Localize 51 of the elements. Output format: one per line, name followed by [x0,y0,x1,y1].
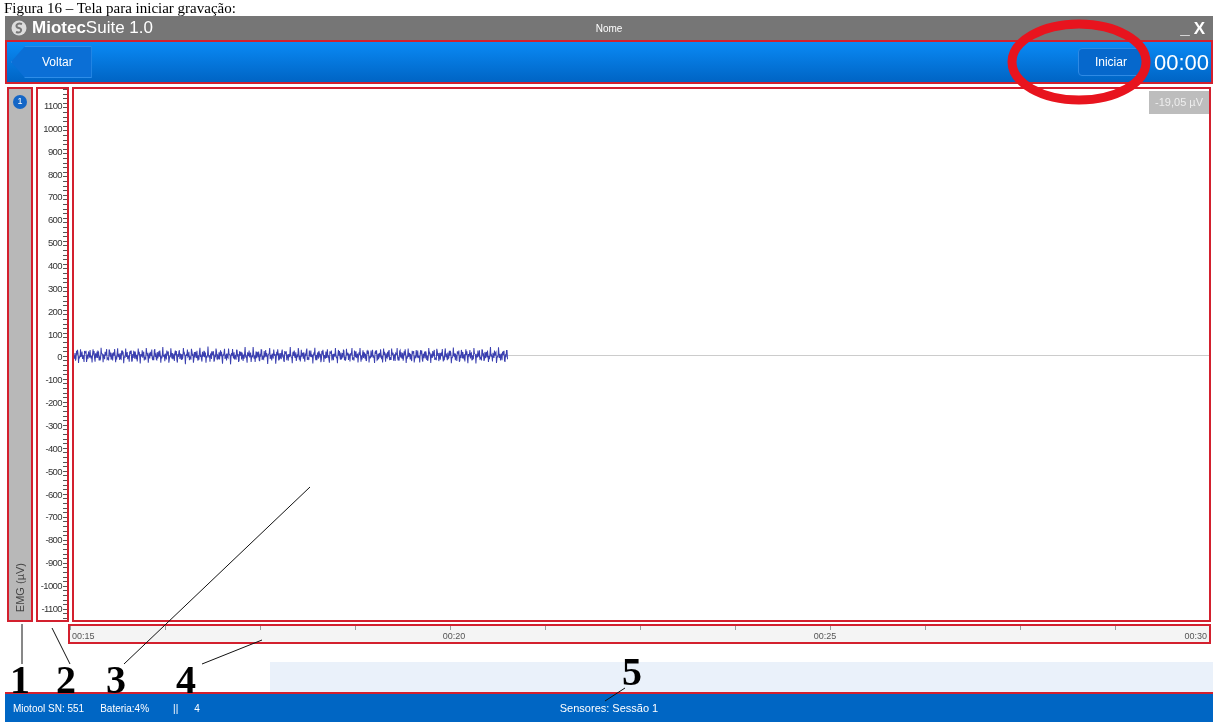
start-button[interactable]: Iniciar [1077,48,1144,76]
axis-label: 400 [46,261,63,271]
axis-label: -300 [44,421,63,432]
timer: 00:00 [1153,48,1209,77]
close-button[interactable]: X [1191,19,1207,37]
callout-number: 3 [106,663,126,697]
back-button[interactable]: Voltar [11,46,92,78]
axis-label: -700 [44,512,63,523]
axis-label: -600 [44,489,63,500]
axis-label: 200 [46,306,63,317]
channel-label: EMG (µV) [12,562,27,612]
axis-label: 1000 [42,123,63,134]
callout-number: 5 [622,655,642,689]
axis-label: 800 [46,169,63,180]
minimize-button[interactable]: _ [1178,19,1192,37]
axis-label: -1100 [40,603,63,614]
axis-label: 100 [46,329,63,340]
callout-number: 1 [10,663,30,697]
leader-line [51,627,71,665]
device-serial: Miotool SN: 551 [13,701,85,716]
sensors-session: Sensores: Sessão 1 [559,700,659,716]
axis-label: -1000 [39,581,63,592]
leader-line [604,687,626,702]
axis-label: -100 [44,375,63,386]
axis-label: 00:15 [72,631,95,642]
axis-label: -200 [44,398,63,409]
axis-label: 700 [46,192,63,203]
callout-number: 4 [176,663,196,697]
channel-number: 1 [13,95,27,109]
sample-count: 4 [194,701,200,716]
axis-label: 1100 [42,101,63,111]
axis-label: 0 [56,352,63,363]
axis-label: 500 [46,238,63,249]
axis-label: -500 [44,466,63,477]
axis-label: 00:30 [1184,631,1207,642]
logo-icon [11,20,27,36]
axis-label: -900 [44,558,63,569]
pause-indicator: || [173,701,179,716]
axis-label: 00:20 [442,631,466,642]
axis-label: 900 [46,146,63,157]
app-title: MiotecSuite 1.0 [32,17,153,40]
document-name: Nome [595,21,623,36]
figure-caption: Figura 16 – Tela para iniciar gravação: [3,0,237,16]
axis-label: 300 [46,283,63,294]
callout-number: 2 [56,663,76,697]
axis-label: 600 [46,215,63,226]
battery-level: Bateria:4% [100,701,150,716]
axis-label: -400 [44,443,63,454]
axis-label: -800 [44,535,63,546]
axis-label: 00:25 [813,631,837,642]
leader-line [21,623,23,665]
